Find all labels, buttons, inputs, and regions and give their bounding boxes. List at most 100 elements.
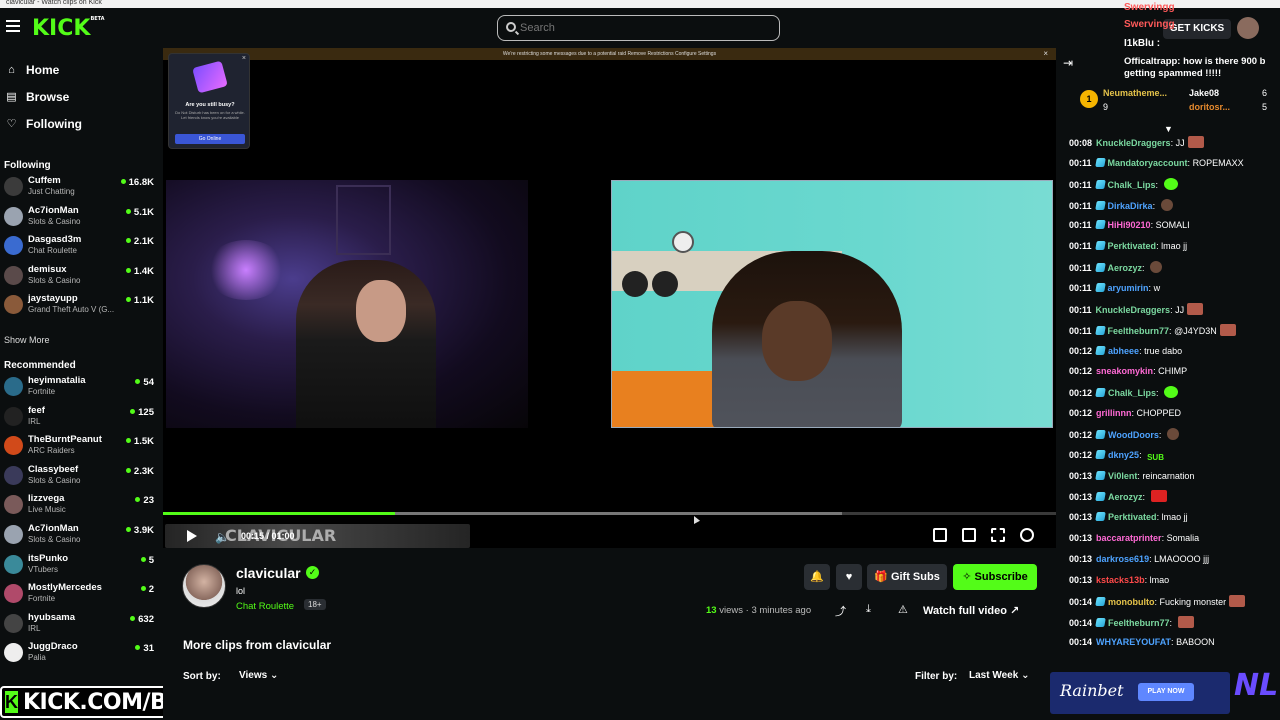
search-icon [506,22,516,32]
scroll-down-icon[interactable]: ▼ [1164,124,1173,134]
chat-username[interactable]: WHYAREYOUFAT [1096,637,1171,647]
sidebar-channel[interactable]: TheBurntPeanut ARC Raiders 1.5K [2,432,160,458]
chat-username[interactable]: Perktivated [1108,241,1157,251]
nav-following[interactable]: ♡ Following [5,115,82,133]
chat-text: BABOON [1176,637,1215,648]
chat-username[interactable]: KnuckleDraggers [1096,138,1171,148]
chat-username[interactable]: aryumirin [1108,283,1149,293]
chat-username[interactable]: HiHi90210 [1108,220,1151,230]
emote-icon [1187,136,1204,148]
play-icon[interactable] [187,530,197,542]
chat-username[interactable]: Vi0lent [1108,471,1137,481]
share-icon[interactable]: ⤴ [835,603,846,619]
download-icon[interactable]: ⤓ [866,603,871,616]
chat-username[interactable]: Feeltheburn77 [1108,618,1170,628]
chat-username[interactable]: baccaratprinter [1096,533,1162,543]
chat-username[interactable]: Aerozyz [1108,263,1143,273]
chat-timestamp: 00:11 [1069,325,1092,336]
chat-message: 00:13 baccaratprinter: Somalia [1069,533,1200,544]
chat-text: true dabo [1144,345,1183,356]
sidebar-channel[interactable]: Ac7ionMan Slots & Casino 3.9K [2,521,160,547]
chevron-down-icon: ⌄ [269,670,279,681]
chat-username[interactable]: Perktivated [1108,512,1157,522]
nav-home[interactable]: ⌂ Home [5,61,59,79]
chat-timestamp: 00:13 [1069,492,1093,503]
follow-button[interactable]: ♥ [836,564,862,590]
search-bar[interactable] [497,15,780,41]
chat-username[interactable]: Mandatoryaccount [1108,158,1188,168]
theater-mode-icon[interactable] [962,528,976,542]
fullscreen-icon[interactable] [991,528,1005,542]
video-progress-bar[interactable] [163,512,1056,515]
gift-icon: 🎁 [874,571,891,583]
sidebar-channel[interactable]: demisux Slots & Casino 1.4K [2,262,160,288]
chat-text: reincarnation [1142,470,1195,481]
channel-name[interactable]: clavicular [236,565,301,581]
show-more-link[interactable]: Show More [4,335,50,345]
subscribe-button[interactable]: ✧ Subscribe [953,564,1037,590]
chat-text: SOMALI [1155,220,1190,231]
sidebar-channel[interactable]: heyimnatalia Fortnite 54 [2,373,160,399]
chat-username[interactable]: Chalk_Lips [1108,388,1156,398]
chat-username[interactable]: Chalk_Lips [1108,180,1156,190]
channel-category[interactable]: Chat Roulette [236,601,294,612]
report-icon[interactable]: ⚠ [898,603,908,616]
chat-message: 00:11 DirkaDirka: [1069,198,1275,212]
settings-icon[interactable] [1020,528,1034,542]
gifter-2-name[interactable]: Jake08 [1189,88,1219,98]
channel-avatar[interactable] [182,564,226,608]
nav-browse[interactable]: ▤ Browse [5,88,69,106]
chat-username[interactable]: Aerozyz [1108,492,1143,502]
chat-username[interactable]: DirkaDirka [1108,201,1153,211]
go-online-button[interactable]: Go Online [175,134,245,144]
chat-timestamp: 00:14 [1069,617,1093,628]
collapse-chat-icon[interactable]: ⇥ [1063,56,1073,70]
filter-dropdown[interactable]: Last Week ⌄ [963,668,1035,683]
chat-username[interactable]: monobulto [1108,597,1155,607]
watch-full-video-button[interactable]: Watch full video ↗ [923,604,1019,617]
chat-username[interactable]: WoodDoors [1108,430,1159,440]
sort-dropdown[interactable]: Views ⌄ [233,668,284,683]
gift-subs-button[interactable]: 🎁 Gift Subs [867,564,947,590]
sidebar-channel[interactable]: Cuffem Just Chatting 16.8K [2,173,160,199]
notification-bell-button[interactable]: 🔔 [804,564,830,590]
chat-username[interactable]: dkny25 [1108,450,1139,460]
chat-username[interactable]: abheee [1108,346,1139,356]
miniplayer-icon[interactable] [933,528,947,542]
chat-text: lmao [1149,574,1170,585]
search-input[interactable] [520,20,770,36]
viewer-count: 1.1K [126,295,154,306]
chat-username[interactable]: KnuckleDraggers [1096,305,1171,315]
sidebar-channel[interactable]: itsPunko VTubers 5 [2,551,160,577]
sidebar-channel[interactable]: hyubsama IRL 632 [2,610,160,636]
sidebar-channel[interactable]: Classybeef Slots & Casino 2.3K [2,462,160,488]
chat-username[interactable]: sneakomykin [1096,366,1153,376]
close-icon[interactable]: × [1043,48,1048,60]
sponsor-banner[interactable]: Rainbet PLAY NOW [1050,672,1230,714]
sidebar-channel[interactable]: MostlyMercedes Fortnite 2 [2,580,160,606]
chat-timestamp: 00:11 [1069,220,1092,231]
sidebar-channel[interactable]: jaystayupp Grand Theft Auto V (G... 1.1K [2,291,160,317]
sidebar-channel[interactable]: Ac7ionMan Slots & Casino 5.1K [2,203,160,229]
channel-avatar [4,377,23,396]
chat-username[interactable]: Feeltheburn77 [1108,326,1170,336]
volume-icon[interactable]: 🔈 [215,530,230,544]
sidebar-channel[interactable]: feef IRL 125 [2,403,160,429]
gifter-3-name[interactable]: doritosr... [1189,102,1230,112]
chat-username[interactable]: darkrose619 [1096,554,1149,564]
play-now-button[interactable]: PLAY NOW [1138,683,1194,701]
chat-username[interactable]: grillinnn [1096,408,1132,418]
sub-badge-icon [1095,492,1106,502]
chat-timestamp: 00:12 [1069,429,1093,440]
sidebar-channel[interactable]: Dasgasd3m Chat Roulette 2.1K [2,232,160,258]
close-icon[interactable]: × [242,55,246,62]
sidebar-channel[interactable]: lizzvega Live Music 23 [2,491,160,517]
sidebar-channel[interactable]: JuggDraco Palia 31 [2,639,160,665]
kick-logo[interactable]: KICKBETA [32,16,105,41]
channel-category: Slots & Casino [28,216,81,226]
video-player[interactable]: We're restricting some messages due to a… [163,48,1056,548]
menu-icon[interactable] [6,20,20,32]
gifter-1-name[interactable]: Neumatheme... [1103,88,1167,98]
chat-username[interactable]: kstacks13b [1096,575,1145,585]
chat-message: 00:12 dkny25: SUB [1069,449,1164,462]
